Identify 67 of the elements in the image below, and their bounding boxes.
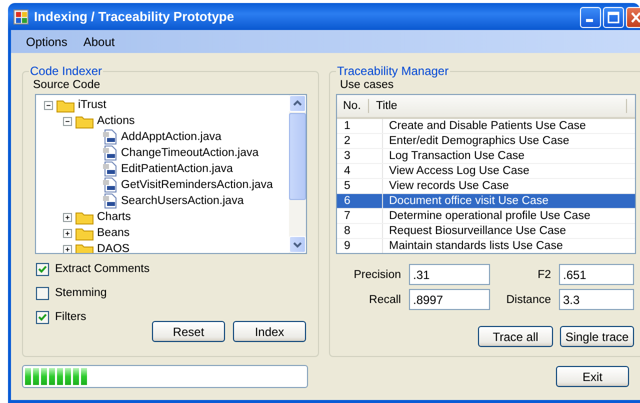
java-file-icon xyxy=(102,177,118,193)
column-header[interactable]: No. xyxy=(337,99,369,113)
push-button[interactable]: Index xyxy=(233,321,306,342)
tree-item[interactable]: AddApptAction.java xyxy=(121,131,222,143)
java-file-icon xyxy=(102,161,118,177)
input-field[interactable]: 3.3 xyxy=(559,289,634,310)
tree-item[interactable]: Actions xyxy=(97,115,135,127)
push-button[interactable]: Single trace xyxy=(560,326,634,347)
checkbox-label: Stemming xyxy=(55,287,107,299)
list-row[interactable]: 7 Determine operational profile Use Case xyxy=(337,209,635,224)
tree-item[interactable]: ChangeTimeoutAction.java xyxy=(121,147,259,159)
list-row[interactable]: 8 Request Biosurveillance Use Case xyxy=(337,224,635,239)
tree-item[interactable]: SearchUsersAction.java xyxy=(121,195,244,207)
tree-item[interactable]: iTrust xyxy=(78,99,106,111)
list-row[interactable]: 1 Create and Disable Patients Use Case xyxy=(337,119,635,134)
section-label: Use cases xyxy=(340,79,395,91)
maximize-button[interactable] xyxy=(603,6,624,28)
tree-item[interactable]: GetVisitRemindersAction.java xyxy=(121,179,273,191)
group-title: Code Indexer xyxy=(29,64,104,78)
input-field[interactable]: .31 xyxy=(409,264,490,285)
folder-icon xyxy=(75,242,94,253)
expand-icon[interactable] xyxy=(63,244,72,253)
window-title: Indexing / Traceability Prototype xyxy=(34,9,236,24)
collapse-icon[interactable] xyxy=(44,100,53,110)
menu-item[interactable]: About xyxy=(75,32,123,50)
push-button[interactable]: Exit xyxy=(556,366,629,387)
checkbox[interactable] xyxy=(36,310,49,324)
expand-icon[interactable] xyxy=(63,228,72,238)
close-button[interactable] xyxy=(626,6,640,28)
folder-icon xyxy=(75,210,94,224)
tree-item[interactable]: DAOS xyxy=(97,243,130,253)
field-label: Distance xyxy=(505,294,551,306)
app-icon xyxy=(13,8,29,24)
list-row[interactable]: 2 Enter/edit Demographics Use Case xyxy=(337,134,635,149)
checkbox-label: Filters xyxy=(55,311,86,323)
list-row[interactable]: 4 View Access Log Use Case xyxy=(337,164,635,179)
checkbox-label: Extract Comments xyxy=(55,263,150,275)
list-row[interactable]: 6 Document office visit Use Case xyxy=(337,194,635,209)
list-row[interactable]: 9 Maintain standards lists Use Case xyxy=(337,239,635,253)
java-file-icon xyxy=(102,193,118,209)
tree-item[interactable]: Charts xyxy=(97,211,131,223)
column-header[interactable]: Title xyxy=(369,99,627,113)
field-label: F2 xyxy=(536,268,551,280)
list-row[interactable]: 3 Log Transaction Use Case xyxy=(337,149,635,164)
scrollbar[interactable] xyxy=(289,95,306,253)
folder-icon xyxy=(75,114,94,128)
input-field[interactable]: .8997 xyxy=(409,289,490,310)
push-button[interactable]: Reset xyxy=(152,321,225,342)
checkbox[interactable] xyxy=(36,262,49,276)
collapse-icon[interactable] xyxy=(63,116,72,126)
folder-icon xyxy=(56,98,75,112)
field-label: Recall xyxy=(368,294,401,306)
menu-item[interactable]: Options xyxy=(18,32,76,50)
minimize-icon xyxy=(586,18,593,22)
expand-icon[interactable] xyxy=(63,212,72,222)
section-label: Source Code xyxy=(33,79,102,91)
checkbox[interactable] xyxy=(36,286,49,300)
push-button[interactable]: Trace all xyxy=(478,326,553,347)
java-file-icon xyxy=(102,129,118,145)
input-field[interactable]: .651 xyxy=(559,264,634,285)
folder-icon xyxy=(75,226,94,240)
java-file-icon xyxy=(102,145,118,161)
minimize-button[interactable] xyxy=(580,6,601,28)
tree-item[interactable]: EditPatientAction.java xyxy=(121,163,233,175)
group-title: Traceability Manager xyxy=(336,64,450,78)
field-label: Precision xyxy=(352,268,401,280)
tree-item[interactable]: Beans xyxy=(97,227,130,239)
